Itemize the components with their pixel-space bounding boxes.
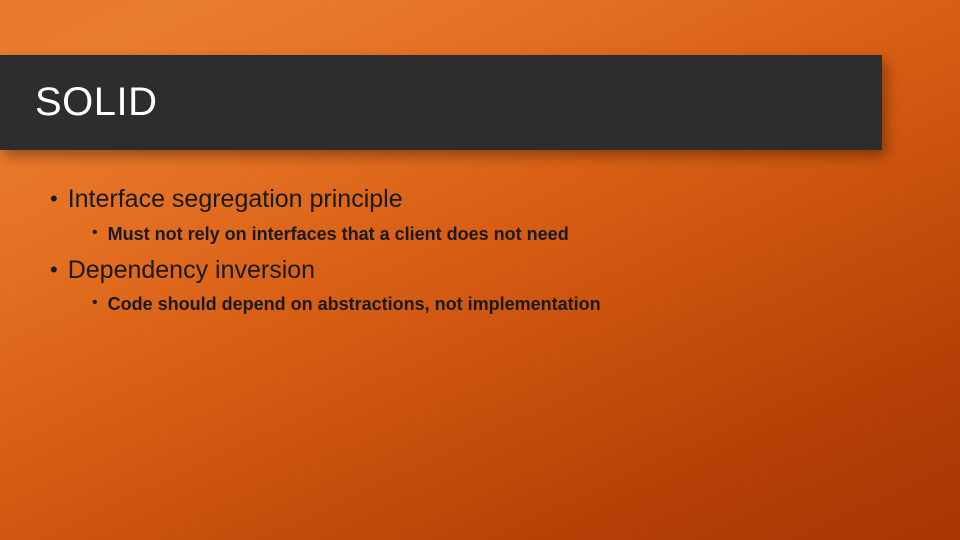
list-item: • Interface segregation principle (50, 183, 900, 216)
bullet-icon: • (50, 188, 58, 210)
bullet-text: Interface segregation principle (68, 183, 900, 216)
content-area: • Interface segregation principle • Must… (50, 175, 900, 321)
list-item: • Code should depend on abstractions, no… (92, 292, 900, 316)
bullet-text: Code should depend on abstractions, not … (108, 292, 900, 316)
bullet-text: Dependency inversion (68, 254, 900, 287)
slide-title: SOLID (35, 80, 158, 125)
bullet-icon: • (50, 259, 58, 281)
list-item: • Must not rely on interfaces that a cli… (92, 222, 900, 246)
title-bar: SOLID (0, 55, 882, 150)
list-item: • Dependency inversion (50, 254, 900, 287)
bullet-icon: • (92, 225, 98, 241)
bullet-text: Must not rely on interfaces that a clien… (108, 222, 900, 246)
bullet-icon: • (92, 295, 98, 311)
slide: SOLID • Interface segregation principle … (0, 0, 960, 540)
